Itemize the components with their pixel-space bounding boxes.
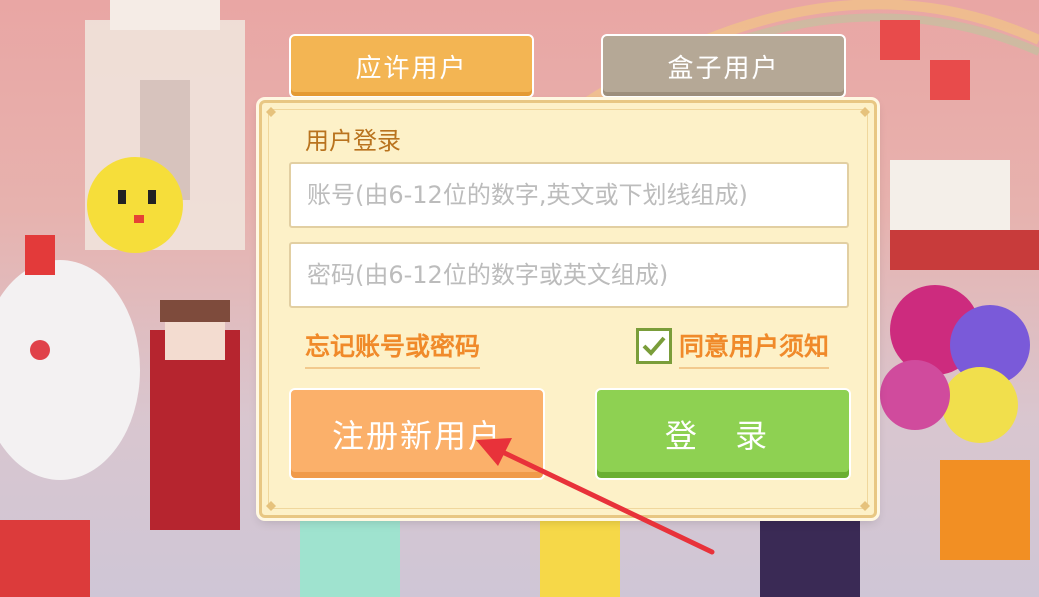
corner-ornament-icon bbox=[266, 107, 276, 117]
login-button-label: 登 录 bbox=[664, 417, 782, 455]
register-button[interactable]: 注册新用户 bbox=[289, 388, 545, 480]
register-button-label: 注册新用户 bbox=[331, 417, 502, 455]
corner-ornament-icon bbox=[860, 107, 870, 117]
password-input[interactable] bbox=[289, 242, 849, 308]
check-icon bbox=[642, 336, 666, 356]
user-terms-link[interactable]: 同意用户须知 bbox=[679, 327, 830, 369]
agree-checkbox[interactable] bbox=[636, 328, 672, 364]
tab-yingxu-user-label: 应许用户 bbox=[355, 53, 468, 84]
tab-box-user-label: 盒子用户 bbox=[667, 53, 780, 84]
forgot-account-link[interactable]: 忘记账号或密码 bbox=[305, 327, 481, 369]
login-title: 用户登录 bbox=[305, 127, 401, 155]
corner-ornament-icon bbox=[860, 501, 870, 511]
login-panel: 用户登录 忘记账号或密码 同意用户须知 注册新用户 登 录 bbox=[259, 100, 877, 518]
login-button[interactable]: 登 录 bbox=[595, 388, 851, 480]
tab-yingxu-user[interactable]: 应许用户 bbox=[289, 34, 534, 98]
tab-box-user[interactable]: 盒子用户 bbox=[601, 34, 846, 98]
account-input[interactable] bbox=[289, 162, 849, 228]
corner-ornament-icon bbox=[266, 501, 276, 511]
